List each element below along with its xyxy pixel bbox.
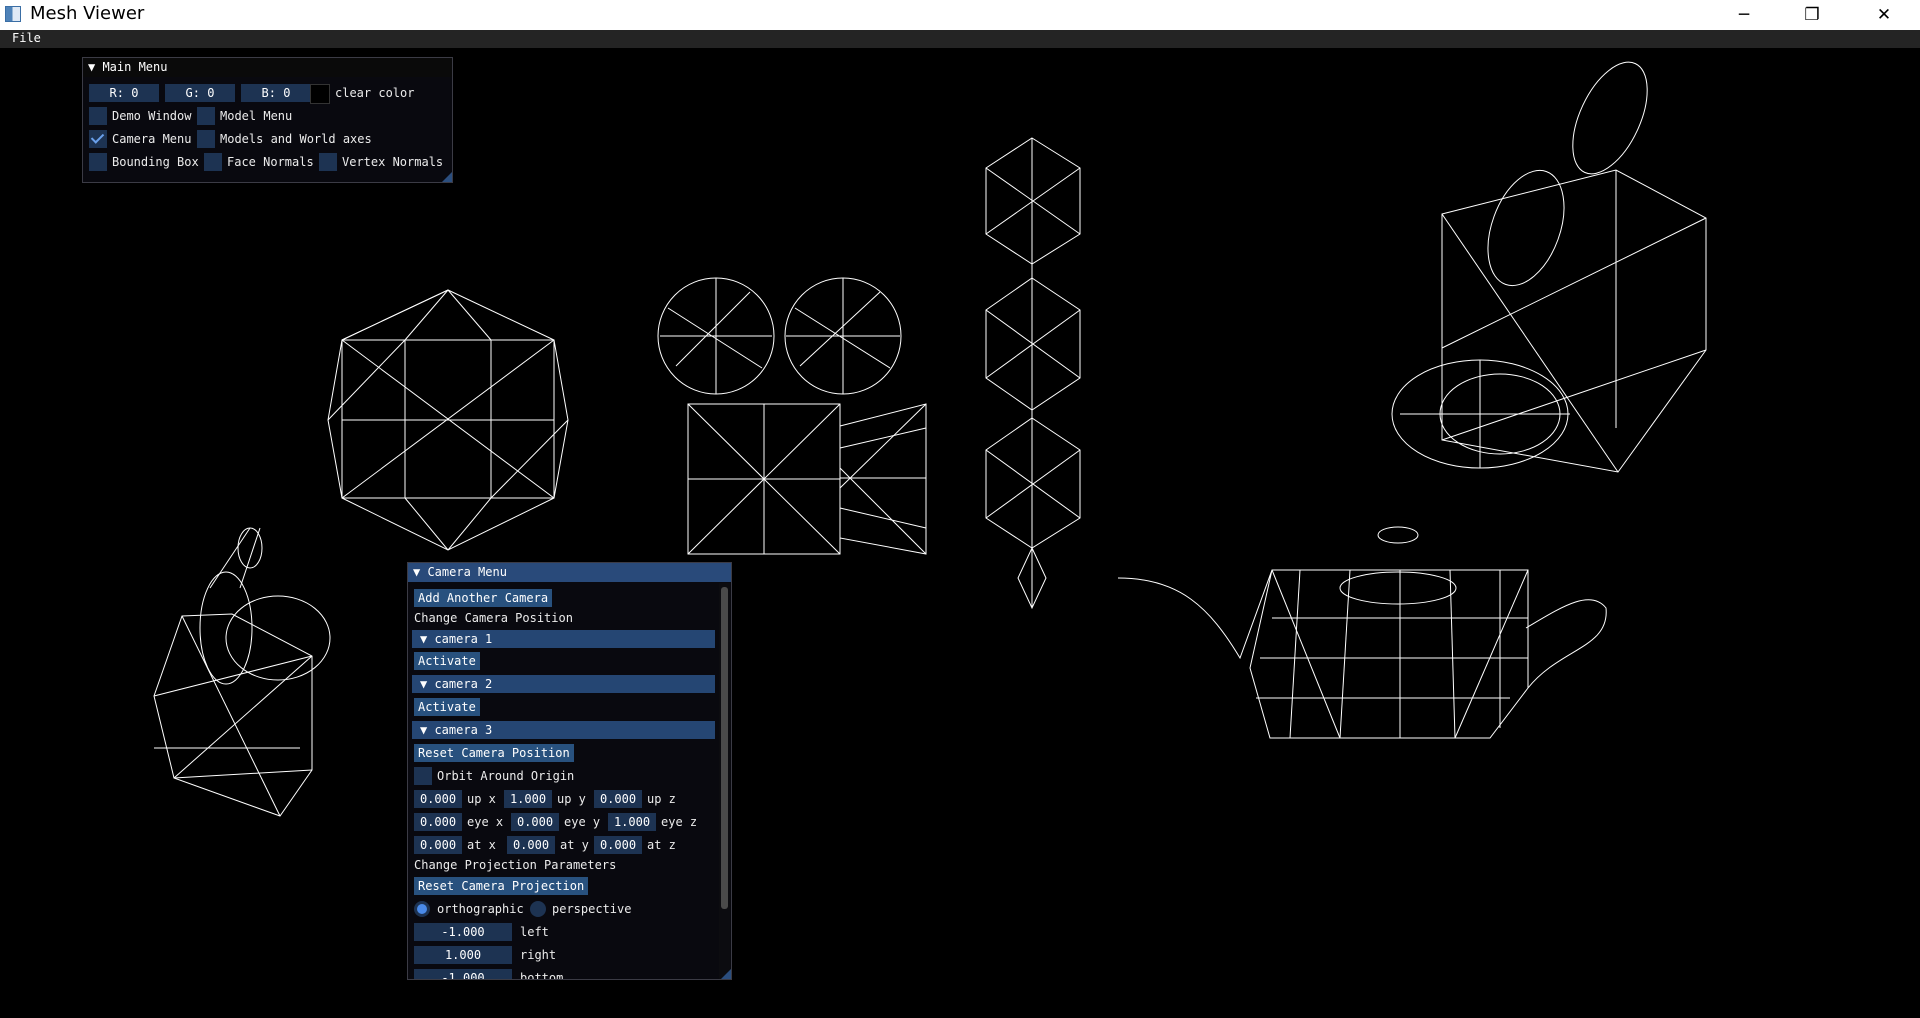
g-input[interactable]: G: 0 — [165, 84, 235, 102]
eye-y-label: eye y — [564, 815, 601, 829]
reset-camera-projection-button[interactable]: Reset Camera Projection — [414, 877, 589, 895]
perspective-label: perspective — [552, 902, 632, 916]
robot-wireframe-model — [153, 527, 331, 817]
models-world-axes-label: Models and World axes — [220, 132, 372, 146]
main-menu-resize-grip[interactable] — [442, 172, 452, 182]
demo-window-label: Demo Window — [112, 109, 192, 123]
vertex-normals-label: Vertex Normals — [342, 155, 444, 169]
eye-z-input[interactable]: 1.000 — [608, 813, 656, 831]
eye-y-input[interactable]: 0.000 — [511, 813, 559, 831]
window-title: Mesh Viewer — [30, 3, 145, 24]
eye-x-input[interactable]: 0.000 — [414, 813, 462, 831]
face-normals-checkbox[interactable] — [204, 153, 222, 171]
models-world-axes-checkbox[interactable] — [197, 130, 215, 148]
title-bar: Mesh Viewer ─ ❐ ✕ — [0, 0, 1920, 30]
bounding-box-checkbox[interactable] — [89, 153, 107, 171]
left-label: left — [520, 925, 549, 939]
main-menu-window[interactable]: ▼ Main Menu R: 0 G: 0 B: 0 clear color D… — [82, 57, 453, 183]
b-input[interactable]: B: 0 — [241, 84, 311, 102]
orbit-checkbox[interactable] — [414, 767, 432, 785]
up-z-input[interactable]: 0.000 — [594, 790, 642, 808]
camera-menu-label: Camera Menu — [112, 132, 192, 146]
minimize-button[interactable]: ─ — [1710, 0, 1778, 30]
clear-color-swatch[interactable] — [310, 84, 330, 104]
restore-button[interactable]: ❐ — [1778, 0, 1846, 30]
camera-1-header[interactable]: ▼ camera 1 — [412, 630, 715, 648]
up-y-label: up y — [557, 792, 586, 806]
clear-color-label: clear color — [335, 86, 415, 100]
camera-menu-checkbox[interactable] — [89, 130, 107, 148]
camera-menu-scroll-thumb[interactable] — [721, 587, 728, 909]
demon-wireframe-model — [1391, 61, 1707, 473]
camera-menu-window[interactable]: ▼ Camera Menu Add Another Camera Change … — [407, 562, 732, 980]
orbit-label: Orbit Around Origin — [437, 769, 575, 783]
perspective-radio[interactable] — [530, 901, 546, 917]
up-x-input[interactable]: 0.000 — [414, 790, 462, 808]
model-menu-checkbox[interactable] — [197, 107, 215, 125]
render-viewport[interactable] — [0, 48, 1920, 1018]
activate-camera-1-button[interactable]: Activate — [414, 652, 480, 670]
right-label: right — [520, 948, 557, 962]
at-z-label: at z — [647, 838, 676, 852]
add-camera-button[interactable]: Add Another Camera — [414, 589, 553, 607]
camera-menu-scrollbar[interactable] — [719, 583, 730, 979]
activate-camera-2-button[interactable]: Activate — [414, 698, 480, 716]
eye-x-label: eye x — [467, 815, 504, 829]
change-position-label: Change Camera Position — [414, 611, 573, 625]
up-z-label: up z — [647, 792, 676, 806]
up-x-label: up x — [467, 792, 496, 806]
app-icon — [5, 6, 21, 22]
camera-menu-resize-grip[interactable] — [721, 969, 731, 979]
main-menu-title[interactable]: ▼ Main Menu — [83, 58, 452, 77]
chain-wireframe-model — [985, 137, 1081, 610]
camera-3-header[interactable]: ▼ camera 3 — [412, 721, 715, 739]
change-projection-label: Change Projection Parameters — [414, 858, 617, 872]
eye-z-label: eye z — [661, 815, 698, 829]
at-z-input[interactable]: 0.000 — [594, 836, 642, 854]
at-x-input[interactable]: 0.000 — [414, 836, 462, 854]
model-menu-label: Model Menu — [220, 109, 293, 123]
vertex-normals-checkbox[interactable] — [319, 153, 337, 171]
r-input[interactable]: R: 0 — [89, 84, 159, 102]
bounding-box-label: Bounding Box — [112, 155, 199, 169]
at-x-label: at x — [467, 838, 496, 852]
teapot-wireframe-model — [1117, 526, 1607, 739]
bottom-label: bottom — [520, 971, 564, 980]
demo-window-checkbox[interactable] — [89, 107, 107, 125]
orthographic-label: orthographic — [437, 902, 524, 916]
up-y-input[interactable]: 1.000 — [504, 790, 552, 808]
camera-2-header[interactable]: ▼ camera 2 — [412, 675, 715, 693]
octagon-wireframe-model — [327, 289, 569, 551]
reset-camera-position-button[interactable]: Reset Camera Position — [414, 744, 574, 762]
camera-menu-title[interactable]: ▼ Camera Menu — [408, 563, 731, 582]
close-button[interactable]: ✕ — [1850, 0, 1918, 30]
at-y-input[interactable]: 0.000 — [507, 836, 555, 854]
right-input[interactable]: 1.000 — [414, 946, 512, 964]
orthographic-radio[interactable] — [414, 901, 430, 917]
camera-wireframe-model — [657, 277, 927, 555]
menu-bar: File — [0, 30, 1920, 48]
left-input[interactable]: -1.000 — [414, 923, 512, 941]
bottom-input[interactable]: -1.000 — [414, 969, 512, 979]
at-y-label: at y — [560, 838, 589, 852]
menu-file[interactable]: File — [12, 31, 41, 45]
face-normals-label: Face Normals — [227, 155, 314, 169]
